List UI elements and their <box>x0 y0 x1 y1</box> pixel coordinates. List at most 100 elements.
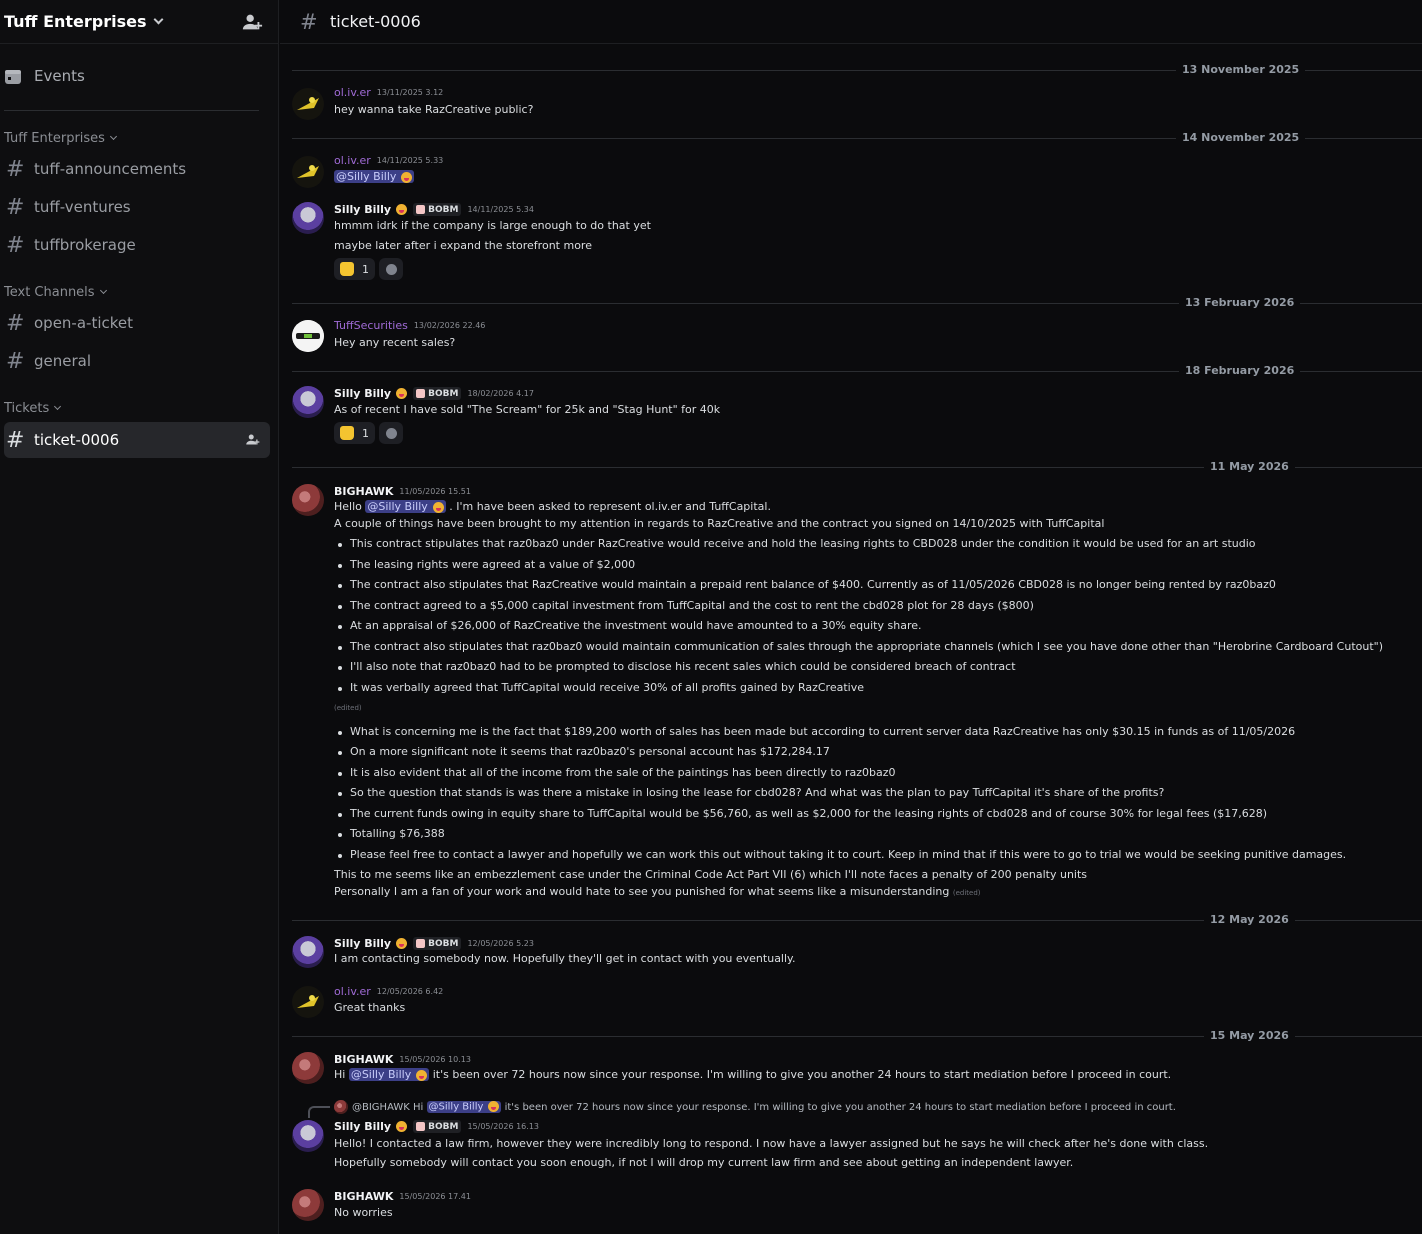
add-reaction-button[interactable] <box>379 422 403 444</box>
chevron-down-icon <box>109 132 117 141</box>
emoji-icon <box>488 1101 500 1113</box>
avatar[interactable] <box>292 202 324 234</box>
message-text: @Silly Billy <box>334 170 415 183</box>
server-tag[interactable]: BOBM <box>413 937 462 950</box>
reaction-count: 1 <box>362 426 369 440</box>
channel-header: # ticket-0006 <box>280 0 1422 44</box>
username[interactable]: Silly Billy <box>334 1120 391 1133</box>
username[interactable]: Silly Billy <box>334 937 391 950</box>
list-item: So the question that stands is was there… <box>334 786 1164 799</box>
server-tag[interactable]: BOBM <box>413 203 462 216</box>
server-header[interactable]: Tuff Enterprises <box>0 0 279 44</box>
events-link[interactable]: Events <box>4 62 259 90</box>
message-header: Silly Billy BOBM 14/11/2025 5.34 <box>334 203 534 216</box>
channel-tuff-ventures[interactable]: # tuff-ventures <box>4 190 270 224</box>
timestamp: 12/05/2026 6.42 <box>376 987 444 996</box>
text-fragment: Hello <box>334 500 362 513</box>
bunny-icon <box>416 205 426 214</box>
avatar[interactable] <box>292 156 324 188</box>
username[interactable]: BIGHAWK <box>334 1053 393 1066</box>
username[interactable]: ol.iv.er <box>334 86 371 99</box>
list-item: The contract also stipulates that RazCre… <box>334 578 1276 591</box>
add-member-icon[interactable] <box>245 432 260 447</box>
channel-open-a-ticket[interactable]: # open-a-ticket <box>4 306 270 340</box>
username[interactable]: ol.iv.er <box>334 154 371 167</box>
timestamp: 15/05/2026 16.13 <box>467 1122 539 1131</box>
channel-name: open-a-ticket <box>34 314 134 332</box>
message-header: BIGHAWK 11/05/2026 15.51 <box>334 485 471 498</box>
date-divider-label: 14 November 2025 <box>1176 131 1306 144</box>
category-tickets[interactable]: Tickets <box>4 401 62 416</box>
message: Silly Billy BOBM 18/02/2026 4.17 As of r… <box>292 386 1412 446</box>
timestamp: 13/02/2026 22.46 <box>413 321 486 330</box>
message-text: maybe later after i expand the storefron… <box>334 239 592 252</box>
category-tuff-enterprises[interactable]: Tuff Enterprises <box>4 131 117 146</box>
date-divider: 13 February 2026 <box>292 296 1422 309</box>
date-divider-label: 11 May 2026 <box>1204 460 1295 473</box>
username[interactable]: Silly Billy <box>334 203 391 216</box>
message-text: Great thanks <box>334 1001 406 1014</box>
thumbs-up-icon <box>340 262 354 276</box>
channel-general[interactable]: # general <box>4 344 270 378</box>
emoji-icon <box>396 388 408 399</box>
username[interactable]: TuffSecurities <box>334 319 408 332</box>
mention-text: @Silly Billy <box>350 1068 412 1081</box>
avatar[interactable] <box>292 484 324 516</box>
avatar[interactable] <box>292 386 324 418</box>
timestamp: 14/11/2025 5.34 <box>467 205 534 214</box>
tuffsecurities-logo-image <box>292 320 324 352</box>
reactions: 1 <box>334 422 403 444</box>
avatar[interactable] <box>292 986 324 1018</box>
username[interactable]: ol.iv.er <box>334 985 371 998</box>
add-member-icon[interactable] <box>241 11 263 33</box>
smiley-icon <box>385 427 397 439</box>
private-hash-icon: # <box>6 427 25 453</box>
avatar[interactable] <box>292 88 324 120</box>
add-reaction-button[interactable] <box>379 258 403 280</box>
server-tag[interactable]: BOBM <box>413 387 462 400</box>
channel-tuffbrokerage[interactable]: # tuffbrokerage <box>4 228 270 262</box>
message-text: No worries <box>334 1206 393 1219</box>
date-divider-label: 12 May 2026 <box>1204 913 1295 926</box>
message-header: ol.iv.er 14/11/2025 5.33 <box>334 154 443 167</box>
server-tag[interactable]: BOBM <box>413 1120 462 1133</box>
bunny-icon <box>416 1122 426 1131</box>
server-name: Tuff Enterprises <box>4 12 147 31</box>
channel-ticket-0006[interactable]: # ticket-0006 <box>4 422 270 458</box>
username[interactable]: BIGHAWK <box>334 485 393 498</box>
avatar[interactable] <box>292 936 324 968</box>
date-divider: 12 May 2026 <box>292 913 1422 926</box>
date-divider-label: 13 February 2026 <box>1179 296 1301 309</box>
avatar[interactable] <box>292 1052 324 1084</box>
username[interactable]: Silly Billy <box>334 387 391 400</box>
user-mention[interactable]: @Silly Billy <box>348 1068 430 1081</box>
calendar-icon <box>5 70 21 84</box>
category-label: Tickets <box>4 401 50 416</box>
channel-name: general <box>34 352 92 370</box>
reaction-count: 1 <box>362 262 369 276</box>
message-text: Hi @Silly Billy it's been over 72 hours … <box>334 1068 1171 1081</box>
list-item: Totalling $76,388 <box>334 827 445 840</box>
category-text-channels[interactable]: Text Channels <box>4 285 107 300</box>
text-fragment: . I'm have been asked to represent ol.iv… <box>449 500 771 513</box>
user-mention[interactable]: @Silly Billy <box>334 170 415 183</box>
reaction-thumbs-up[interactable]: 1 <box>334 422 375 444</box>
frog-avatar-image <box>292 986 324 1018</box>
message-text: Hello @Silly Billy . I'm have been asked… <box>334 500 771 513</box>
username[interactable]: BIGHAWK <box>334 1190 393 1203</box>
channel-tuff-announcements[interactable]: # tuff-announcements <box>4 152 270 186</box>
avatar[interactable] <box>292 320 324 352</box>
reaction-thumbs-up[interactable]: 1 <box>334 258 375 280</box>
list-item: The current funds owing in equity share … <box>334 807 1267 820</box>
date-divider: 18 February 2026 <box>292 364 1422 377</box>
text-fragment: Personally I am a fan of your work and w… <box>334 885 950 898</box>
message-text: As of recent I have sold "The Scream" fo… <box>334 403 721 416</box>
avatar[interactable] <box>292 1120 324 1152</box>
timestamp: 18/02/2026 4.17 <box>467 389 534 398</box>
emoji-icon <box>416 1069 428 1081</box>
avatar[interactable] <box>292 1189 324 1221</box>
timestamp: 15/05/2026 17.41 <box>399 1192 471 1201</box>
hash-icon: # <box>6 348 25 374</box>
reply-preview[interactable]: @BIGHAWK Hi @Silly Billy it's been over … <box>334 1100 1176 1114</box>
user-mention[interactable]: @Silly Billy <box>365 500 446 513</box>
